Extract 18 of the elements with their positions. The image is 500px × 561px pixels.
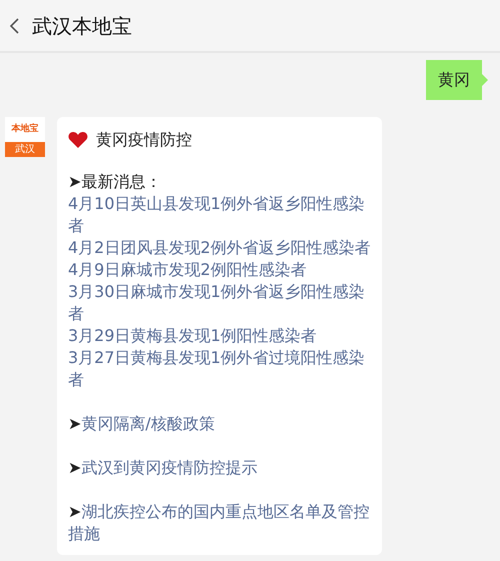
- news-link[interactable]: 3月27日黄梅县发现1例外省过境阳性感染者: [68, 347, 371, 391]
- brand-logo: 本地宝: [10, 122, 40, 136]
- news-link[interactable]: 3月30日麻城市发现1例外省返乡阳性感染者: [68, 281, 371, 325]
- topic-link[interactable]: ➤武汉到黄冈疫情防控提示: [68, 457, 371, 479]
- news-link[interactable]: 3月29日黄梅县发现1例阳性感染者: [68, 325, 371, 347]
- card-title: 黄冈疫情防控: [96, 129, 192, 151]
- header-title: 武汉本地宝: [32, 12, 132, 40]
- back-icon[interactable]: [8, 16, 20, 34]
- message-bubble: 黄冈: [426, 60, 488, 100]
- news-link[interactable]: 4月2日团风县发现2例外省返乡阳性感染者: [68, 237, 371, 259]
- news-link[interactable]: 4月9日麻城市发现2例阳性感染者: [68, 259, 371, 281]
- city-label: 武汉: [5, 142, 45, 157]
- avatar[interactable]: 本地宝 武汉: [5, 117, 45, 157]
- topic-link[interactable]: ➤黄冈隔离/核酸政策: [68, 413, 371, 435]
- news-link[interactable]: 4月10日英山县发现1例外省返乡阳性感染者: [68, 193, 371, 237]
- heart-icon: [68, 131, 88, 149]
- section-heading: ➤最新消息：: [68, 171, 162, 193]
- topic-link[interactable]: ➤湖北疾控公布的国内重点地区名单及管控措施: [68, 501, 371, 545]
